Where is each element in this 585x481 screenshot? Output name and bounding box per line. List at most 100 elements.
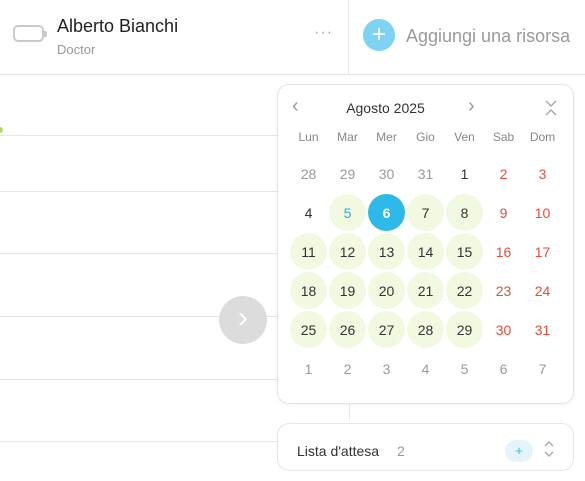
calendar-day[interactable]: 30 bbox=[367, 154, 406, 193]
calendar-day-number: 27 bbox=[368, 311, 405, 348]
expand-collapse-icon[interactable] bbox=[543, 437, 555, 461]
resource-header: Alberto Bianchi Doctor ··· + Aggiungi un… bbox=[0, 0, 585, 75]
calendar-day-number: 6 bbox=[499, 360, 508, 377]
resource-column-header[interactable]: Alberto Bianchi Doctor ··· bbox=[0, 0, 349, 75]
calendar-day[interactable]: 31 bbox=[523, 310, 562, 349]
calendar-day[interactable]: 28 bbox=[406, 310, 445, 349]
calendar-day-number: 22 bbox=[446, 272, 483, 309]
calendar-day[interactable]: 27 bbox=[367, 310, 406, 349]
waiting-list-panel[interactable]: Lista d'attesa 2 + bbox=[277, 423, 574, 471]
calendar-day-number: 8 bbox=[446, 194, 483, 231]
calendar-day-number: 23 bbox=[495, 282, 512, 299]
calendar-day[interactable]: 2 bbox=[328, 349, 367, 388]
grid-line bbox=[0, 441, 280, 442]
weekday-label: Mer bbox=[376, 130, 397, 144]
calendar-day-number: 15 bbox=[446, 233, 483, 270]
collapse-icon[interactable] bbox=[544, 98, 558, 118]
calendar-day[interactable]: 5 bbox=[445, 349, 484, 388]
calendar-day[interactable]: 17 bbox=[523, 232, 562, 271]
calendar-day-number: 5 bbox=[329, 194, 366, 231]
calendar-day[interactable]: 29 bbox=[445, 310, 484, 349]
calendar-day-number: 18 bbox=[290, 272, 327, 309]
calendar-day[interactable]: 19 bbox=[328, 271, 367, 310]
calendar-day[interactable]: 22 bbox=[445, 271, 484, 310]
resource-role: Doctor bbox=[57, 42, 96, 57]
calendar-day-number: 10 bbox=[534, 204, 551, 221]
calendar-day-number: 3 bbox=[538, 165, 547, 182]
event-indicator bbox=[0, 127, 3, 133]
grid-line bbox=[0, 191, 280, 192]
weekday-header: Lun Mar Mer Gio Ven Sab Dom bbox=[289, 130, 562, 144]
calendar-day-number: 6 bbox=[368, 194, 405, 231]
next-arrow-button[interactable]: › bbox=[219, 296, 267, 344]
calendar-day[interactable]: 7 bbox=[523, 349, 562, 388]
calendar-day[interactable]: 18 bbox=[289, 271, 328, 310]
calendar-day[interactable]: 11 bbox=[289, 232, 328, 271]
calendar-day-selected[interactable]: 6 bbox=[367, 193, 406, 232]
calendar-day-number: 2 bbox=[499, 165, 508, 182]
battery-icon bbox=[13, 25, 47, 42]
calendar-day[interactable]: 23 bbox=[484, 271, 523, 310]
calendar-day-number: 24 bbox=[534, 282, 551, 299]
calendar-day[interactable]: 30 bbox=[484, 310, 523, 349]
calendar-day-number: 17 bbox=[534, 243, 551, 260]
calendar-day[interactable]: 24 bbox=[523, 271, 562, 310]
calendar-day-number: 30 bbox=[495, 321, 512, 338]
calendar-month-title: Agosto 2025 bbox=[346, 100, 425, 116]
calendar-day[interactable]: 3 bbox=[523, 154, 562, 193]
add-resource-label: Aggiungi una risorsa bbox=[406, 26, 571, 46]
calendar-day[interactable]: 3 bbox=[367, 349, 406, 388]
calendar-day-number: 9 bbox=[499, 204, 508, 221]
grid-line bbox=[0, 379, 280, 380]
calendar-day[interactable]: 1 bbox=[289, 349, 328, 388]
calendar-day[interactable]: 25 bbox=[289, 310, 328, 349]
calendar-day[interactable]: 15 bbox=[445, 232, 484, 271]
calendar-days-grid: 28 29 30 31 1 2 3 4 5 6 7 8 9 10 11 12 13 14 15 16 17 18 19 20 2… bbox=[289, 154, 562, 388]
more-options-button[interactable]: ··· bbox=[314, 24, 333, 42]
calendar-day-number: 20 bbox=[368, 272, 405, 309]
plus-icon: + bbox=[363, 19, 395, 51]
calendar-day[interactable]: 6 bbox=[484, 349, 523, 388]
calendar-day[interactable]: 1 bbox=[445, 154, 484, 193]
calendar-day[interactable]: 21 bbox=[406, 271, 445, 310]
calendar-day-number: 28 bbox=[300, 165, 317, 182]
calendar-day[interactable]: 28 bbox=[289, 154, 328, 193]
calendar-day-number: 12 bbox=[329, 233, 366, 270]
calendar-day[interactable]: 10 bbox=[523, 193, 562, 232]
next-month-button[interactable]: › bbox=[468, 95, 475, 118]
calendar-day-number: 1 bbox=[304, 360, 313, 377]
calendar-day[interactable]: 26 bbox=[328, 310, 367, 349]
calendar-day-number: 4 bbox=[421, 360, 430, 377]
mini-calendar: ‹ Agosto 2025 › Lun Mar Mer Gio Ven Sab … bbox=[277, 84, 574, 404]
calendar-day[interactable]: 8 bbox=[445, 193, 484, 232]
calendar-day-number: 5 bbox=[460, 360, 469, 377]
calendar-day[interactable]: 29 bbox=[328, 154, 367, 193]
calendar-day[interactable]: 14 bbox=[406, 232, 445, 271]
calendar-day-number: 2 bbox=[343, 360, 352, 377]
weekday-label: Gio bbox=[416, 130, 435, 144]
calendar-day-number: 26 bbox=[329, 311, 366, 348]
calendar-day-number: 31 bbox=[417, 165, 434, 182]
calendar-day[interactable]: 13 bbox=[367, 232, 406, 271]
calendar-day-number: 7 bbox=[407, 194, 444, 231]
calendar-day[interactable]: 12 bbox=[328, 232, 367, 271]
calendar-day-number: 28 bbox=[407, 311, 444, 348]
waiting-list-count: 2 bbox=[397, 443, 405, 459]
calendar-day[interactable]: 4 bbox=[289, 193, 328, 232]
calendar-day-number: 30 bbox=[378, 165, 395, 182]
calendar-day[interactable]: 16 bbox=[484, 232, 523, 271]
calendar-day[interactable]: 31 bbox=[406, 154, 445, 193]
calendar-day-number: 29 bbox=[446, 311, 483, 348]
calendar-day[interactable]: 20 bbox=[367, 271, 406, 310]
grid-line bbox=[0, 253, 280, 254]
calendar-day[interactable]: 7 bbox=[406, 193, 445, 232]
weekday-label: Mar bbox=[337, 130, 358, 144]
calendar-day-number: 11 bbox=[290, 233, 327, 270]
calendar-day[interactable]: 5 bbox=[328, 193, 367, 232]
calendar-day[interactable]: 4 bbox=[406, 349, 445, 388]
calendar-day-number: 21 bbox=[407, 272, 444, 309]
calendar-day[interactable]: 2 bbox=[484, 154, 523, 193]
calendar-day[interactable]: 9 bbox=[484, 193, 523, 232]
calendar-day-number: 31 bbox=[534, 321, 551, 338]
waiting-list-add-button[interactable]: + bbox=[505, 440, 533, 462]
